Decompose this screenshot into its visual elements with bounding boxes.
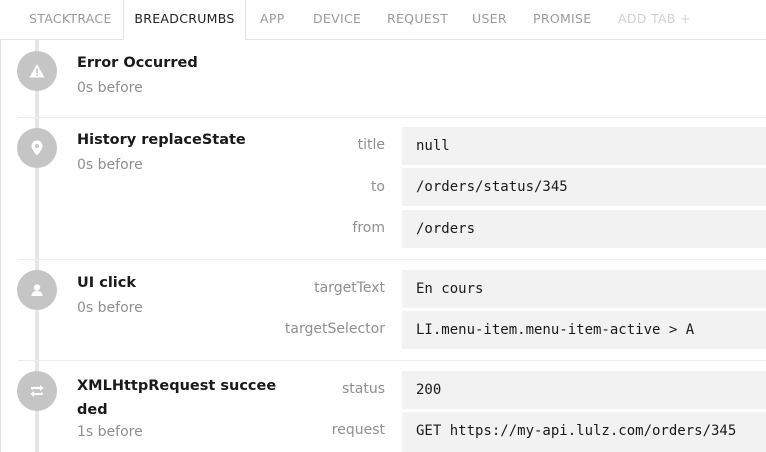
panel-border <box>0 40 1 452</box>
refresh-arrows-icon <box>17 371 57 411</box>
meta-value: null <box>402 127 766 165</box>
breadcrumb-time: 1s before <box>77 424 143 440</box>
breadcrumb-divider <box>18 360 766 361</box>
meta-value: 200 <box>402 371 766 409</box>
breadcrumb-time: 0s before <box>77 80 143 96</box>
meta-key: to <box>370 179 385 195</box>
tab-user[interactable]: USER <box>472 0 507 40</box>
user-icon <box>17 270 57 310</box>
meta-key: title <box>357 137 385 153</box>
meta-value: GET https://my-api.lulz.com/orders/345 <box>402 412 766 452</box>
breadcrumb-title: XMLHttpRequest succee ded <box>77 374 276 422</box>
meta-key: targetSelector <box>284 321 385 337</box>
breadcrumb-title-line: XMLHttpRequest succee <box>77 378 277 394</box>
meta-value: En cours <box>402 270 766 308</box>
tab-bar: STACKTRACE BREADCRUMBS APP DEVICE REQUES… <box>0 0 766 41</box>
breadcrumb-divider <box>18 117 766 118</box>
meta-key: from <box>352 220 385 236</box>
warning-icon <box>17 51 57 91</box>
tab-breadcrumbs[interactable]: BREADCRUMBS <box>123 0 246 41</box>
meta-value: LI.menu-item.menu-item-active > A <box>402 311 766 349</box>
tab-device[interactable]: DEVICE <box>313 0 361 40</box>
breadcrumb-time: 0s before <box>77 300 143 316</box>
tab-request[interactable]: REQUEST <box>387 0 448 40</box>
tab-stacktrace[interactable]: STACKTRACE <box>29 0 112 40</box>
breadcrumb-title-line: ded <box>77 402 108 418</box>
breadcrumb-title: Error Occurred <box>77 55 198 71</box>
breadcrumb-divider <box>18 259 766 260</box>
tab-promise[interactable]: PROMISE <box>533 0 591 40</box>
meta-value: /orders/status/345 <box>402 168 766 206</box>
meta-value: /orders <box>402 210 766 248</box>
breadcrumb-title: History replaceState <box>77 132 246 148</box>
breadcrumb-title: UI click <box>77 275 136 291</box>
meta-key: status <box>341 381 385 397</box>
tab-app[interactable]: APP <box>260 0 285 40</box>
breadcrumb-time: 0s before <box>77 157 143 173</box>
add-tab-button[interactable]: ADD TAB + <box>618 0 691 40</box>
meta-key: request <box>331 422 385 438</box>
meta-key: targetText <box>314 280 385 296</box>
location-pin-icon <box>17 128 57 168</box>
